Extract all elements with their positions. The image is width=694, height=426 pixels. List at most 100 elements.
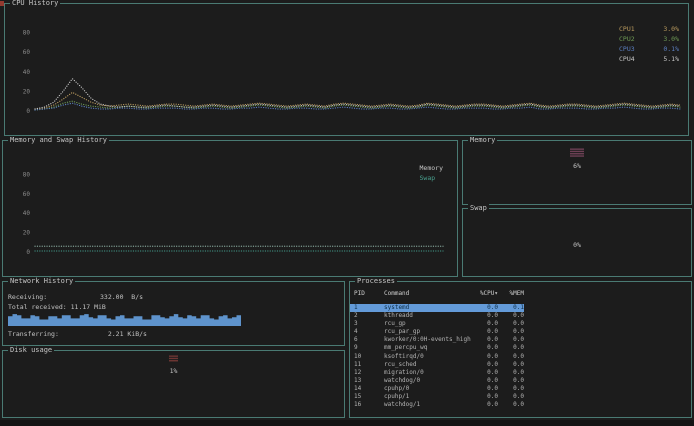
- process-mem: 0.0: [498, 328, 524, 336]
- process-pid: 6: [354, 336, 384, 344]
- process-row[interactable]: 14cpuhp/00.00.0: [350, 385, 524, 393]
- memory-gauge-panel: Memory 6%: [462, 140, 692, 205]
- memory-gauge: 6%: [463, 141, 691, 170]
- legend-series-name: Memory: [420, 163, 443, 173]
- swap-gauge-panel: Swap 0%: [462, 208, 692, 277]
- legend-entry-cpu3: CPU3 0.1%: [619, 44, 679, 54]
- process-row[interactable]: 11rcu_sched0.00.0: [350, 361, 524, 369]
- svg-text:0: 0: [26, 108, 30, 115]
- memory-swap-history-panel: Memory and Swap History 020406080 Memory…: [2, 140, 458, 277]
- process-mem: 0.0: [498, 369, 524, 377]
- process-pid: 11: [354, 361, 384, 369]
- total-received-value: 11.17 MiB: [71, 303, 106, 311]
- svg-text:60: 60: [23, 49, 31, 56]
- process-mem: 0.0: [498, 353, 524, 361]
- legend-entry-cpu1: CPU13.0%: [619, 24, 679, 34]
- legend-series-value: 5.1%: [663, 54, 679, 64]
- swap-gauge-percent: 0%: [573, 241, 581, 249]
- header-mem[interactable]: %MEM: [498, 289, 524, 298]
- process-row[interactable]: 4rcu_par_gp0.00.0: [350, 328, 524, 336]
- memory-swap-legend: MemorySwap: [420, 163, 443, 183]
- process-command: migration/0: [384, 369, 474, 377]
- process-row[interactable]: 1systemd0.00.1: [350, 304, 524, 312]
- process-command: rcu_gp: [384, 320, 474, 328]
- process-pid: 2: [354, 312, 384, 320]
- process-row[interactable]: 13watchdog/00.00.0: [350, 377, 524, 385]
- process-command: systemd: [384, 304, 474, 312]
- disk-gauge-percent: 1%: [170, 367, 178, 375]
- process-command: watchdog/0: [384, 377, 474, 385]
- cpu-legend: CPU13.0%CPU23.0%CPU3 0.1% CPU4 5.1%: [619, 24, 679, 64]
- legend-series-name: Swap: [420, 173, 436, 183]
- transferring-value: 2.21 KiB/s: [100, 330, 147, 338]
- process-pid: 10: [354, 353, 384, 361]
- process-mem: 0.0: [498, 344, 524, 352]
- process-command: rcu_par_gp: [384, 328, 474, 336]
- legend-series-name: CPU2: [619, 34, 635, 44]
- process-pid: 13: [354, 377, 384, 385]
- process-cpu: 0.0: [474, 377, 498, 385]
- svg-text:80: 80: [23, 30, 31, 37]
- process-mem: 0.0: [498, 361, 524, 369]
- process-mem: 0.0: [498, 312, 524, 320]
- header-command[interactable]: Command: [384, 289, 474, 298]
- process-command: kworker/0:0H-events_high: [384, 336, 474, 344]
- process-cpu: 0.0: [474, 401, 498, 409]
- network-receiving-sparkline: [8, 313, 241, 326]
- legend-entry-cpu2: CPU23.0%: [619, 34, 679, 44]
- legend-entry-swap: Swap: [420, 173, 443, 183]
- process-command: kthreadd: [384, 312, 474, 320]
- svg-text:20: 20: [23, 88, 31, 95]
- process-pid: 16: [354, 401, 384, 409]
- process-pid: 4: [354, 328, 384, 336]
- svg-text:80: 80: [23, 171, 31, 178]
- process-mem: 0.0: [498, 393, 524, 401]
- memory-gauge-percent: 6%: [573, 162, 581, 170]
- process-mem: 0.0: [498, 320, 524, 328]
- legend-series-name: CPU3: [619, 44, 635, 54]
- process-cpu: 0.0: [474, 393, 498, 401]
- process-pid: 12: [354, 369, 384, 377]
- svg-text:60: 60: [23, 191, 31, 198]
- legend-series-value: 0.1%: [663, 44, 679, 54]
- process-row[interactable]: 15cpuhp/10.00.0: [350, 393, 524, 401]
- cpu-history-panel: CPU History 020406080 CPU13.0%CPU23.0%CP…: [4, 3, 689, 136]
- process-row[interactable]: 16watchdog/10.00.0: [350, 401, 524, 409]
- process-cpu: 0.0: [474, 344, 498, 352]
- process-cpu: 0.0: [474, 353, 498, 361]
- process-row[interactable]: 6kworker/0:0H-events_high0.00.0: [350, 336, 524, 344]
- process-command: ksoftirqd/0: [384, 353, 474, 361]
- process-cpu: 0.0: [474, 312, 498, 320]
- process-command: cpuhp/0: [384, 385, 474, 393]
- process-row[interactable]: 9mm_percpu_wq0.00.0: [350, 344, 524, 352]
- process-row[interactable]: 3rcu_gp0.00.0: [350, 320, 524, 328]
- header-cpu-sort[interactable]: %CPU▾: [474, 289, 498, 298]
- legend-entry-cpu4: CPU4 5.1%: [619, 54, 679, 64]
- legend-series-name: CPU1: [619, 24, 635, 34]
- disk-usage-panel: Disk usage 1%: [2, 350, 345, 418]
- process-mem: 0.1: [498, 304, 524, 312]
- network-history-title: Network History: [8, 277, 75, 286]
- processes-header: PID Command %CPU▾ %MEM: [350, 282, 691, 298]
- process-row[interactable]: 2kthreadd0.00.0: [350, 312, 524, 320]
- process-mem: 0.0: [498, 336, 524, 344]
- disk-gauge-dots: [169, 355, 178, 362]
- legend-series-name: CPU4: [619, 54, 635, 64]
- legend-entry-memory: Memory: [420, 163, 443, 173]
- process-command: rcu_sched: [384, 361, 474, 369]
- process-cpu: 0.0: [474, 361, 498, 369]
- network-transferring-row: Transferring: 2.21 KiB/s: [3, 329, 344, 339]
- total-received-label: Total received:: [8, 303, 71, 311]
- process-cpu: 0.0: [474, 385, 498, 393]
- svg-text:40: 40: [23, 210, 31, 217]
- network-receiving-row: Receiving:332.00 B/s: [3, 292, 344, 302]
- transferring-label: Transferring:: [8, 329, 100, 339]
- memory-gauge-title: Memory: [468, 136, 497, 145]
- process-row[interactable]: 12migration/00.00.0: [350, 369, 524, 377]
- header-pid[interactable]: PID: [354, 289, 384, 298]
- process-mem: 0.0: [498, 377, 524, 385]
- process-row[interactable]: 10ksoftirqd/00.00.0: [350, 353, 524, 361]
- process-command: watchdog/1: [384, 401, 474, 409]
- process-cpu: 0.0: [474, 369, 498, 377]
- cpu-history-title: CPU History: [10, 0, 60, 8]
